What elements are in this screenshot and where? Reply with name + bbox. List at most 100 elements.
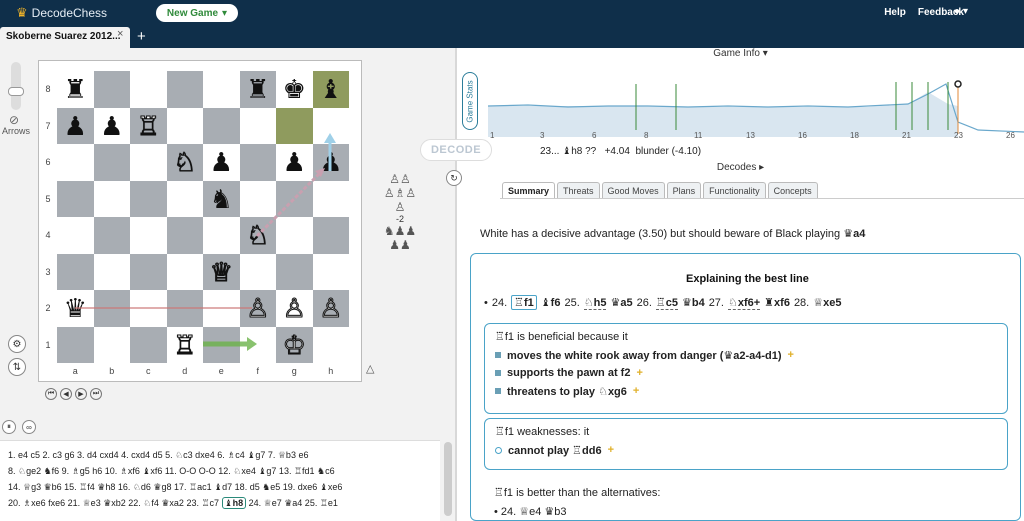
flag-icon[interactable]: △ bbox=[366, 362, 374, 375]
game-info-toggle[interactable]: Game Info ▾ bbox=[457, 48, 1024, 62]
tab-plans[interactable]: Plans bbox=[666, 182, 702, 199]
best-line-move[interactable]: ♖f1 bbox=[511, 295, 537, 310]
game-stats-label: Game Stats bbox=[465, 79, 475, 123]
benefit-item[interactable]: threatens to play ♘xg6 + bbox=[495, 383, 997, 399]
weaknesses-title: ♖f1 weaknesses: it bbox=[495, 426, 590, 438]
best-line-move[interactable]: ♘xf6+ bbox=[727, 296, 761, 310]
tab-game[interactable]: Skoberne Suarez 2012... bbox=[0, 27, 130, 48]
pane-divider[interactable] bbox=[455, 48, 457, 521]
decodes-toggle[interactable]: Decodes ▸ bbox=[457, 162, 1024, 173]
plus-icon[interactable]: + bbox=[608, 444, 614, 456]
tab-summary[interactable]: Summary bbox=[502, 182, 556, 199]
eval-move: 23... ♝h8 ?? bbox=[540, 146, 597, 157]
square-bullet-icon bbox=[495, 388, 501, 394]
move-number: 26. bbox=[636, 296, 652, 309]
benefit-text: supports the pawn at f2 bbox=[507, 367, 631, 379]
tab-concepts[interactable]: Concepts bbox=[767, 182, 818, 199]
benefit-item[interactable]: supports the pawn at f2 + bbox=[495, 365, 997, 381]
arrows-slider-track[interactable] bbox=[11, 62, 21, 110]
new-game-label: New Game bbox=[166, 7, 219, 19]
graph-tick: 23 bbox=[954, 131, 963, 140]
material-difference: -2 bbox=[395, 214, 404, 224]
best-line-move[interactable]: ♖c5 bbox=[655, 296, 678, 310]
prev-move-icon[interactable]: ◀ bbox=[60, 388, 72, 400]
move-list[interactable]: 1. e4 c5 2. c3 g6 3. d4 cxd4 4. cxd4 d5 … bbox=[0, 440, 440, 521]
rank-label: 5 bbox=[45, 193, 51, 204]
summary-move[interactable]: ♛a4 bbox=[843, 228, 865, 240]
game-stats-button[interactable]: Game Stats bbox=[462, 72, 478, 130]
last-move-icon[interactable]: ⏭ bbox=[90, 388, 102, 400]
benefits-card: ♖f1 is beneficial because it moves the w… bbox=[484, 323, 1008, 414]
no-arrows-icon[interactable]: ⊘ bbox=[9, 113, 19, 127]
rank-label: 6 bbox=[45, 157, 51, 167]
plus-icon[interactable]: + bbox=[636, 367, 642, 379]
tab-functionality[interactable]: Functionality bbox=[703, 182, 766, 199]
rank-label: 8 bbox=[45, 84, 51, 94]
file-label: g bbox=[291, 366, 297, 376]
alternative-line[interactable]: • 24. ♕e4 ♛b3 bbox=[494, 505, 567, 518]
add-tab-button[interactable]: + bbox=[137, 28, 146, 45]
app-logo[interactable]: ♛ DecodeChess bbox=[16, 5, 107, 21]
rank-label: 2 bbox=[45, 303, 51, 313]
benefit-item[interactable]: moves the white rook away from danger (♛… bbox=[495, 347, 997, 363]
file-label: a bbox=[72, 366, 78, 376]
link-icon[interactable]: ∞ bbox=[22, 420, 36, 434]
file-label: c bbox=[146, 366, 151, 376]
tab-title: Skoberne Suarez 2012... bbox=[6, 31, 121, 42]
alternatives-title: ♖f1 is better than the alternatives: bbox=[494, 487, 661, 499]
close-tab-icon[interactable]: × bbox=[117, 28, 123, 40]
benefits-title: ♖f1 is beneficial because it bbox=[495, 331, 628, 343]
eval-summary: 23... ♝h8 ?? +4.04 blunder (-4.10) bbox=[540, 146, 701, 157]
arrows-slider-knob[interactable] bbox=[8, 87, 24, 96]
file-label: f bbox=[256, 366, 259, 376]
graph-tick: 18 bbox=[850, 131, 859, 140]
best-line-move[interactable]: ♕xe5 bbox=[813, 296, 841, 309]
decode-tabs: Summary Threats Good Moves Plans Functio… bbox=[502, 182, 818, 199]
top-links: Help Feedback bbox=[884, 7, 964, 18]
current-move[interactable]: ♝h8 bbox=[221, 497, 247, 509]
best-line-move[interactable]: ♛b4 bbox=[682, 296, 705, 309]
pause-icon[interactable]: ⏸ bbox=[2, 420, 16, 434]
captured-white-pieces: ♙♙ ♙♗♙ ♙ bbox=[383, 172, 417, 214]
plus-icon[interactable]: + bbox=[788, 349, 794, 361]
weakness-item[interactable]: cannot play ♖dd6 + bbox=[495, 442, 997, 458]
circle-bullet-icon bbox=[495, 446, 502, 454]
tab-bar bbox=[0, 26, 1024, 48]
move-text: 20. ♗xe6 fxe6 21. ♕e3 ♛xb2 22. ♘f4 ♛xa2 … bbox=[8, 498, 220, 508]
graph-tick: 8 bbox=[644, 131, 649, 140]
best-line-move[interactable]: ♘h5 bbox=[583, 296, 607, 310]
weaknesses-card: ♖f1 weaknesses: it cannot play ♖dd6 + bbox=[484, 418, 1008, 470]
best-line-move[interactable]: ♝f6 bbox=[541, 296, 561, 309]
first-move-icon[interactable]: ⏮ bbox=[45, 388, 57, 400]
move-number: 24. bbox=[491, 296, 508, 309]
weakness-text: cannot play ♖dd6 bbox=[508, 444, 602, 457]
explanation-title: Explaining the best line bbox=[686, 273, 809, 285]
square-bullet-icon bbox=[495, 370, 501, 376]
file-label: b bbox=[109, 366, 115, 376]
user-menu[interactable]: ● ▾ bbox=[954, 6, 968, 17]
bullet: • bbox=[484, 296, 488, 309]
flip-board-icon[interactable]: ⇅ bbox=[8, 358, 26, 376]
next-move-icon[interactable]: ▶ bbox=[75, 388, 87, 400]
eval-graph[interactable]: 1 3 6 8 11 13 16 18 21 23 26 bbox=[488, 62, 1024, 142]
tab-good-moves[interactable]: Good Moves bbox=[601, 182, 665, 199]
benefit-text: moves the white rook away from danger (♛… bbox=[507, 349, 782, 362]
graph-tick: 13 bbox=[746, 131, 755, 140]
move-line: 1. e4 c5 2. c3 g6 3. d4 cxd4 4. cxd4 d5 … bbox=[8, 450, 309, 460]
decode-button[interactable]: DECODE bbox=[420, 139, 492, 161]
new-game-button[interactable]: New Game ▾ bbox=[156, 4, 238, 22]
move-list-scrollbar[interactable] bbox=[444, 442, 452, 516]
help-link[interactable]: Help bbox=[884, 7, 906, 18]
graph-tick: 6 bbox=[592, 131, 597, 140]
user-icon: ● bbox=[954, 6, 961, 17]
move-number: 27. bbox=[708, 296, 724, 309]
plus-icon[interactable]: + bbox=[633, 385, 639, 397]
caret-down-icon: ▾ bbox=[222, 7, 228, 19]
summary-text: White has a decisive advantage (3.50) bu… bbox=[480, 227, 865, 240]
settings-icon[interactable]: ⚙ bbox=[8, 335, 26, 353]
tab-threats[interactable]: Threats bbox=[557, 182, 600, 199]
rank-label: 4 bbox=[45, 230, 51, 240]
best-line-move[interactable]: ♜xf6 bbox=[764, 296, 790, 309]
best-line-move[interactable]: ♛a5 bbox=[610, 296, 632, 309]
move-line: 20. ♗xe6 fxe6 21. ♕e3 ♛xb2 22. ♘f4 ♛xa2 … bbox=[8, 495, 432, 511]
